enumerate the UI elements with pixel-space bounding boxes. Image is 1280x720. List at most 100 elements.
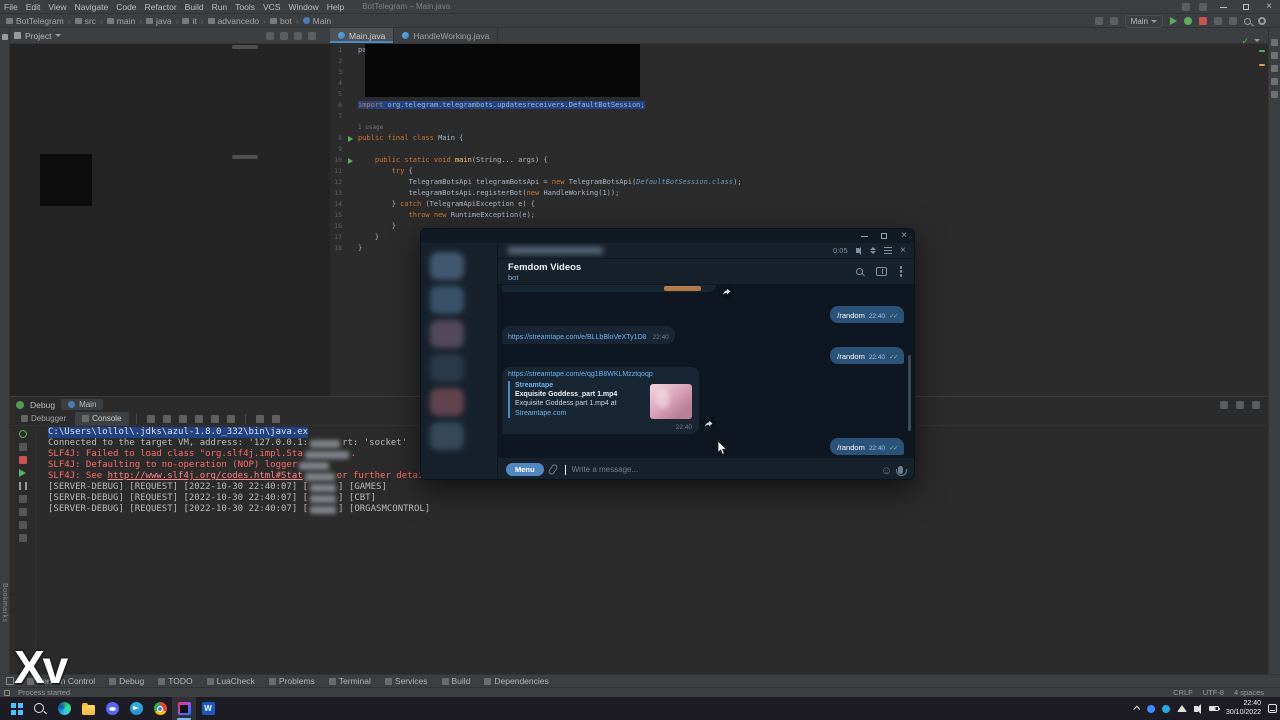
status-crlf[interactable]: CRLF	[1173, 688, 1193, 697]
forward-icon[interactable]	[719, 285, 734, 299]
pin-tab-icon[interactable]	[19, 534, 27, 542]
menu-help[interactable]: Help	[323, 2, 348, 12]
microphone-icon[interactable]	[898, 466, 903, 474]
taskbar-chrome-icon[interactable]	[148, 697, 172, 720]
chat-list-item[interactable]	[430, 320, 464, 348]
breadcrumb-item[interactable]: java	[156, 16, 172, 26]
search-everywhere-icon[interactable]	[1244, 18, 1251, 25]
outgoing-message[interactable]: /random 22:40	[830, 306, 904, 323]
step-into-icon[interactable]	[179, 415, 187, 423]
breadcrumb-item[interactable]: main	[117, 16, 135, 26]
playlist-icon[interactable]	[884, 250, 892, 251]
chat-list-item[interactable]	[430, 286, 464, 314]
collapse-all-icon[interactable]	[280, 32, 288, 40]
minimize-button[interactable]	[1216, 0, 1230, 14]
tray-clock[interactable]: 22:40 30/10/2022	[1226, 700, 1261, 718]
taskbar-word-icon[interactable]	[196, 697, 220, 720]
tab-console[interactable]: Console	[75, 412, 128, 426]
resume-button[interactable]	[19, 469, 26, 477]
sidebar-toggle-icon[interactable]	[876, 267, 887, 276]
step-out-icon[interactable]	[211, 415, 219, 423]
run-button[interactable]	[1170, 17, 1177, 25]
toolwindow-build[interactable]: Build	[435, 675, 478, 688]
attach-icon[interactable]	[547, 463, 558, 475]
menu-run[interactable]: Run	[208, 2, 232, 12]
scrollbar-thumb[interactable]	[232, 45, 258, 49]
menu-file[interactable]: File	[0, 2, 22, 12]
battery-icon[interactable]	[1209, 706, 1219, 711]
run-gutter-icon[interactable]	[348, 158, 353, 164]
breadcrumb-item[interactable]: src	[85, 16, 96, 26]
panel-settings-icon[interactable]	[1220, 401, 1228, 409]
menu-navigate[interactable]: Navigate	[71, 2, 113, 12]
volume-icon[interactable]	[1194, 706, 1198, 712]
menu-build[interactable]: Build	[181, 2, 208, 12]
run-to-cursor-icon[interactable]	[227, 415, 235, 423]
console-link[interactable]: http://www.slf4j.org/codes.html#Stat	[108, 471, 303, 482]
taskbar-discord-icon[interactable]	[100, 697, 124, 720]
emoji-icon[interactable]	[881, 461, 892, 479]
locate-file-icon[interactable]	[266, 32, 274, 40]
incoming-message[interactable]: https://streamtape.com/e/BLLbBloVeXTy1D8…	[502, 326, 675, 344]
toolwindow-terminal[interactable]: Terminal	[322, 675, 378, 688]
show-execution-point-icon[interactable]	[147, 415, 155, 423]
taskbar-explorer-icon[interactable]	[76, 697, 100, 720]
status-utf-8[interactable]: UTF-8	[1203, 688, 1224, 697]
outgoing-message[interactable]: /random 22:40	[830, 347, 904, 364]
panel-settings-icon[interactable]	[294, 32, 302, 40]
maven-icon[interactable]	[1271, 65, 1278, 72]
close-button[interactable]	[1262, 0, 1276, 14]
gradle-icon[interactable]	[1271, 52, 1278, 59]
toolwindow-services[interactable]: Services	[378, 675, 435, 688]
inspections-chevron-icon[interactable]	[1254, 39, 1260, 42]
toolwindow-problems[interactable]: Problems	[262, 675, 322, 688]
menu-window[interactable]: Window	[284, 2, 322, 12]
status-4-spaces[interactable]: 4 spaces	[1234, 688, 1264, 697]
network-icon[interactable]	[1177, 705, 1187, 712]
toolwindow-switcher-icon[interactable]	[6, 677, 14, 685]
close-button[interactable]	[894, 229, 914, 243]
coverage-icon[interactable]	[1214, 17, 1222, 25]
playlist-order-icon[interactable]	[870, 247, 876, 254]
stop-button[interactable]	[1199, 17, 1207, 25]
hide-panel-icon[interactable]	[308, 32, 316, 40]
breadcrumb-item[interactable]: Main	[313, 16, 331, 26]
watch-icon[interactable]	[272, 415, 280, 423]
breadcrumb-item[interactable]: advancedo	[218, 16, 260, 26]
taskbar-edge-icon[interactable]	[52, 697, 76, 720]
message-link[interactable]: https://streamtape.com/e/BLLbBloVeXTy1D8	[508, 334, 647, 341]
bot-menu-button[interactable]: Menu	[506, 463, 544, 476]
debug-button[interactable]	[1184, 17, 1192, 25]
evaluate-expression-icon[interactable]	[256, 415, 264, 423]
chevron-down-icon[interactable]	[55, 34, 61, 37]
kebab-menu-icon[interactable]	[900, 270, 903, 273]
vcs-update-icon[interactable]	[1110, 17, 1118, 25]
toolbar-extra-icon[interactable]	[1182, 3, 1190, 11]
breadcrumb-item[interactable]: bot	[280, 16, 292, 26]
minimize-panel-icon[interactable]	[1236, 401, 1244, 409]
view-breakpoints-icon[interactable]	[19, 495, 27, 503]
profiler-icon[interactable]	[1229, 17, 1237, 25]
pause-button[interactable]	[19, 482, 27, 490]
toolwindow-dependencies[interactable]: Dependencies	[477, 675, 555, 688]
action-center-icon[interactable]	[1268, 704, 1277, 713]
menu-refactor[interactable]: Refactor	[141, 2, 181, 12]
breadcrumb-item[interactable]: BotTelegram	[16, 16, 64, 26]
menu-code[interactable]: Code	[112, 2, 140, 12]
taskbar-start-icon[interactable]	[4, 697, 28, 720]
telegram-titlebar[interactable]	[421, 229, 914, 243]
toolwindow-luacheck[interactable]: LuaCheck	[200, 675, 262, 688]
tray-app-icon[interactable]	[1162, 705, 1170, 713]
menu-vcs[interactable]: VCS	[259, 2, 284, 12]
chat-list-item[interactable]	[430, 252, 464, 280]
breadcrumb-item[interactable]: it	[192, 16, 196, 26]
chat-title[interactable]: Femdom Videos	[508, 262, 914, 273]
notifications-icon[interactable]	[1271, 39, 1278, 46]
chat-header[interactable]: Femdom Videos bot	[498, 259, 914, 285]
incoming-message-card[interactable]: https://streamtape.com/e/qg1B8WKLMzztqoq…	[502, 367, 699, 434]
menu-edit[interactable]: Edit	[22, 2, 45, 12]
menu-view[interactable]: View	[44, 2, 70, 12]
restore-layout-icon[interactable]	[19, 521, 27, 529]
run-gutter-icon[interactable]	[348, 136, 353, 142]
step-over-icon[interactable]	[163, 415, 171, 423]
